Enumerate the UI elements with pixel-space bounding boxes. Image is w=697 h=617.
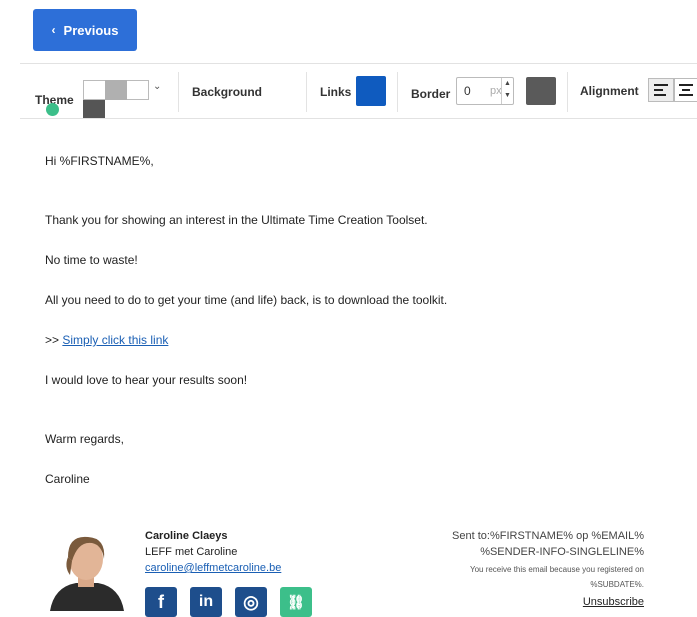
facebook-icon[interactable]: f	[145, 587, 177, 617]
alignment-label: Alignment	[580, 84, 639, 98]
divider	[178, 72, 179, 112]
border-width-value: 0	[464, 84, 471, 98]
border-color-picker[interactable]	[526, 77, 556, 105]
sent-to-text: Sent to:%FIRSTNAME% op %EMAIL%	[452, 530, 644, 542]
facebook-glyph: f	[158, 591, 164, 612]
links-color-picker[interactable]	[356, 76, 386, 106]
download-link[interactable]: Simply click this link	[62, 333, 168, 347]
email-signoff: Caroline	[45, 472, 90, 486]
chevron-down-icon: ⌄	[153, 81, 162, 92]
status-dot	[46, 103, 59, 116]
links-label: Links	[320, 85, 352, 99]
signature-company: LEFF met Caroline	[145, 546, 238, 558]
previous-button-label: Previous	[63, 22, 119, 38]
email-paragraph: All you need to do to get your time (and…	[45, 293, 448, 307]
email-link-line: >> Simply click this link	[45, 333, 168, 347]
reason-text: You receive this email because you regis…	[469, 565, 644, 574]
email-closing: Warm regards,	[45, 432, 124, 446]
align-left-button[interactable]	[648, 78, 674, 102]
align-left-icon	[654, 84, 668, 96]
signature-email-link[interactable]: caroline@leffmetcaroline.be	[145, 562, 281, 574]
border-unit: px	[490, 85, 502, 97]
align-center-icon	[679, 84, 693, 96]
link-glyph: ⛓	[287, 593, 305, 610]
instagram-icon[interactable]: ◎	[235, 587, 267, 617]
align-center-button[interactable]	[674, 78, 697, 102]
border-width-input[interactable]: 0 px ▲ ▼	[456, 77, 514, 105]
linkedin-glyph: in	[198, 593, 214, 610]
theme-selector[interactable]: ⌄	[83, 80, 169, 118]
link-prefix: >>	[45, 333, 60, 347]
email-style-toolbar: Theme ⌄ Background Links Border 0 px ▲ ▼ …	[20, 63, 697, 119]
signature-name: Caroline Claeys	[145, 530, 228, 542]
chevron-left-icon: ‹	[51, 23, 56, 37]
link-icon[interactable]: ⛓	[280, 587, 312, 617]
previous-button[interactable]: ‹ Previous	[33, 9, 137, 51]
unsubscribe-link[interactable]: Unsubscribe	[583, 596, 644, 608]
subdate-text: %SUBDATE%.	[590, 580, 644, 589]
email-paragraph: I would love to hear your results soon!	[45, 373, 248, 387]
email-paragraph: No time to waste!	[45, 253, 138, 267]
divider	[567, 72, 568, 112]
border-stepper[interactable]: ▲ ▼	[501, 78, 513, 104]
email-paragraph: Thank you for showing an interest in the…	[45, 213, 428, 227]
background-option[interactable]: Background	[192, 85, 262, 99]
border-label: Border	[411, 87, 451, 101]
linkedin-icon[interactable]: in	[190, 587, 222, 617]
avatar	[48, 531, 126, 611]
divider	[397, 72, 398, 112]
divider	[306, 72, 307, 112]
sender-info-text: %SENDER-INFO-SINGLELINE%	[480, 546, 644, 558]
email-greeting: Hi %FIRSTNAME%,	[45, 154, 154, 168]
instagram-glyph: ◎	[243, 591, 259, 612]
